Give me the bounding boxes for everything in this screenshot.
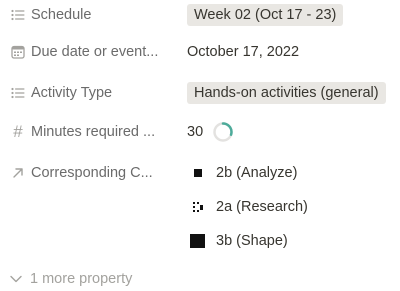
property-row-minutes: # Minutes required ... 30 xyxy=(0,117,400,147)
relation-label: 2a (Research) xyxy=(216,199,308,215)
property-label-text: Corresponding C... xyxy=(31,165,153,181)
property-label-due-date[interactable]: Due date or event... xyxy=(10,37,158,67)
progress-ring-icon xyxy=(213,122,233,142)
relation-label: 2b (Analyze) xyxy=(216,165,298,181)
relation-item-2a[interactable]: 2a (Research) xyxy=(187,192,308,222)
property-value-activity-type[interactable]: Hands-on activities (general) xyxy=(187,78,386,108)
property-value-schedule[interactable]: Week 02 (Oct 17 - 23) xyxy=(187,0,344,30)
schedule-tag[interactable]: Week 02 (Oct 17 - 23) xyxy=(187,4,344,26)
property-row-activity-type: Activity Type Hands-on activities (gener… xyxy=(0,78,400,108)
property-value-minutes[interactable]: 30 xyxy=(187,117,234,147)
property-label-minutes[interactable]: # Minutes required ... xyxy=(10,117,155,147)
large-black-square-icon xyxy=(187,230,209,252)
more-properties-toggle[interactable]: 1 more property xyxy=(10,265,132,291)
relation-item-2b[interactable]: 2b (Analyze) xyxy=(187,158,297,188)
property-label-corresponding[interactable]: Corresponding C... xyxy=(10,158,153,188)
property-row-due-date: Due date or event... October 17, 2022 xyxy=(0,37,400,67)
relation-item-3b[interactable]: 3b (Shape) xyxy=(187,226,288,256)
property-label-text: Activity Type xyxy=(31,85,113,101)
relation-label: 3b (Shape) xyxy=(216,233,288,249)
small-black-square-icon xyxy=(187,162,209,184)
calendar-icon xyxy=(10,44,26,60)
property-label-activity-type[interactable]: Activity Type xyxy=(10,78,112,108)
hash-icon: # xyxy=(13,122,23,141)
property-label-text: Schedule xyxy=(31,7,92,23)
dotted-square-icon xyxy=(187,196,209,218)
chevron-down-icon xyxy=(10,275,22,283)
property-label-text: Due date or event... xyxy=(31,44,159,60)
arrow-up-right-icon xyxy=(10,165,26,181)
list-icon xyxy=(10,85,26,101)
due-date-text: October 17, 2022 xyxy=(187,44,300,60)
list-icon xyxy=(10,7,26,23)
property-row-schedule: Schedule Week 02 (Oct 17 - 23) xyxy=(0,0,400,30)
property-label-text: Minutes required ... xyxy=(31,124,156,140)
property-value-due-date[interactable]: October 17, 2022 xyxy=(187,37,299,67)
activity-type-tag[interactable]: Hands-on activities (general) xyxy=(187,82,386,104)
minutes-value: 30 xyxy=(187,124,204,140)
property-label-schedule[interactable]: Schedule xyxy=(10,0,91,30)
more-properties-label: 1 more property xyxy=(30,271,133,287)
